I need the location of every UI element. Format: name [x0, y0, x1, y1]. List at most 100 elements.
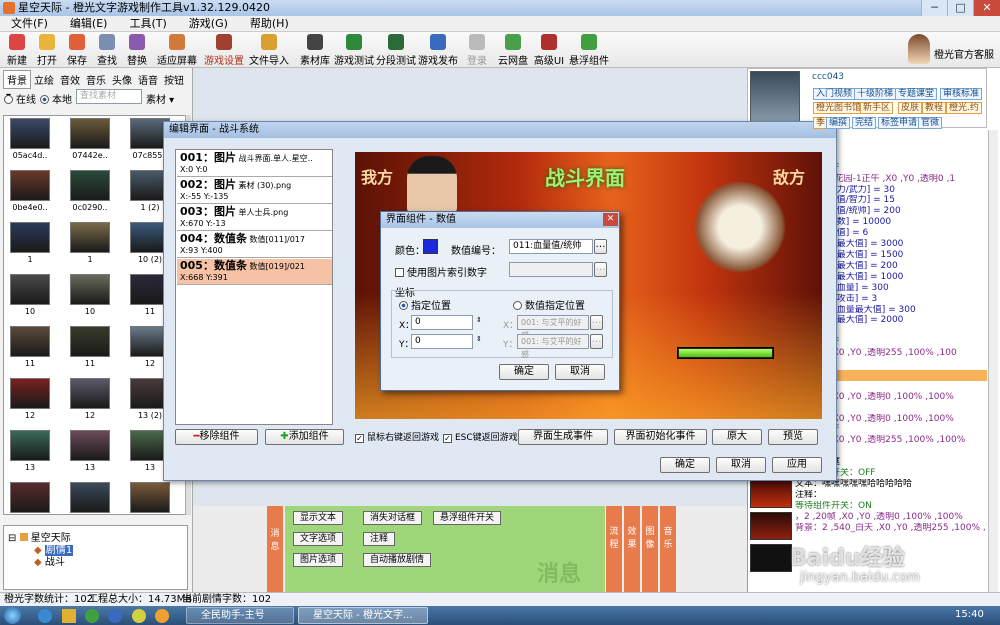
tab-effect[interactable]: 效果 — [624, 506, 640, 592]
asset-search-input[interactable]: 查找素材 — [76, 89, 142, 104]
app-icon-a[interactable] — [85, 609, 99, 623]
component-item[interactable]: 005：数值条 数值[019]/021 X:668 Y:391 — [177, 259, 332, 285]
minimize-button[interactable]: ─ — [921, 0, 947, 16]
thumbnail-item[interactable]: 0be4e0.. — [8, 170, 52, 218]
tab-music[interactable]: 音乐 — [83, 71, 109, 88]
thumbnail-item[interactable]: 05ac4d.. — [8, 118, 52, 166]
start-icon[interactable] — [4, 607, 21, 624]
value-dialog-close-icon[interactable]: ✕ — [603, 213, 618, 226]
auto-play-button[interactable]: 自动播放剧情 — [363, 553, 432, 567]
rclick-return-checkbox[interactable]: ✓ 鼠标右键返回游戏 — [355, 430, 439, 443]
thumbnail-item[interactable]: 07442e.. — [68, 118, 112, 166]
game-test-button[interactable]: 游戏测试 — [333, 34, 375, 67]
portal-button[interactable]: 审核标准 — [940, 88, 983, 100]
close-button[interactable]: ✕ — [973, 0, 1000, 16]
original-size-button[interactable]: 原大 — [712, 429, 762, 445]
x-stepper[interactable]: ⇕ — [476, 316, 482, 324]
thumbnail-item[interactable]: 10 — [8, 274, 52, 322]
folder-icon[interactable] — [62, 609, 76, 623]
preview-button[interactable]: 预览 — [768, 429, 818, 445]
value-position-radio[interactable]: 数值指定位置 — [513, 297, 585, 312]
portal-button[interactable]: 皮肤 — [898, 102, 923, 114]
advanced-ui-button[interactable]: 高级UI — [528, 34, 570, 67]
login-button[interactable]: 登录 — [462, 34, 492, 67]
save-button[interactable]: 保存 — [62, 34, 92, 67]
index-field[interactable]: 011:血量值/统帅 — [509, 239, 593, 254]
portal-button[interactable]: 橙光.约 — [946, 102, 982, 114]
script-line[interactable]: 等待组件开关：ON — [795, 501, 987, 512]
thumbnail-item[interactable]: 1 — [8, 222, 52, 270]
tab-portrait[interactable]: 头像 — [109, 71, 135, 88]
portal-button[interactable]: 入门视频 — [813, 88, 856, 100]
thumbnail-item[interactable]: 12 — [68, 378, 112, 426]
portal-button[interactable]: 完结 — [852, 117, 877, 129]
portal-button[interactable]: 标签申请 — [878, 117, 921, 129]
thumbnail-item[interactable]: 11 — [8, 326, 52, 374]
thumbnail-item[interactable]: 12 — [8, 378, 52, 426]
menu-help[interactable]: 帮助(H) — [239, 16, 300, 32]
tab-music[interactable]: 音乐 — [660, 506, 676, 592]
local-radio[interactable]: 本地 — [40, 91, 72, 106]
thumbnail-item[interactable]: 1 — [68, 222, 112, 270]
menu-tools[interactable]: 工具(T) — [118, 16, 177, 32]
maximize-button[interactable]: □ — [947, 0, 973, 16]
thumbnail-item[interactable]: 0c0290.. — [68, 170, 112, 218]
y-input[interactable]: 0 — [411, 334, 473, 349]
tab-standing[interactable]: 立绘 — [31, 71, 57, 88]
thumbnail-item[interactable]: 14 — [8, 482, 52, 514]
portal-button[interactable]: 专题课堂 — [895, 88, 938, 100]
open-button[interactable]: 打开 — [32, 34, 62, 67]
component-item[interactable]: 001：图片 战斗界面.单人.星空.. X:0 Y:0 — [177, 151, 332, 177]
fit-screen-button[interactable]: 适应屏幕 — [156, 34, 198, 67]
index-picker-button[interactable]: … — [594, 239, 607, 254]
tab-voice[interactable]: 语音 — [135, 71, 161, 88]
value-ok-button[interactable]: 确定 — [499, 364, 549, 380]
text-option-button[interactable]: 文字选项 — [293, 532, 344, 546]
tab-message[interactable]: 消息 — [267, 506, 283, 592]
thumbnail-item[interactable]: 15 (2) — [128, 482, 172, 514]
thumbnail-item[interactable]: 14 — [68, 482, 112, 514]
esc-return-checkbox[interactable]: ✓ ESC键返回游戏 — [443, 430, 518, 443]
taskbar-item-editor[interactable]: 星空天际 - 橙光文字... — [298, 607, 428, 624]
script-line[interactable]: 注释： — [795, 490, 987, 501]
edit-ok-button[interactable]: 确定 — [660, 457, 710, 473]
comment-button[interactable]: 注释 — [363, 532, 396, 546]
material-dropdown[interactable]: 素材 ▾ — [146, 91, 174, 106]
fixed-position-radio[interactable]: 指定位置 — [399, 297, 451, 312]
online-radio[interactable]: 在线 — [4, 91, 36, 106]
segment-test-button[interactable]: 分段测试 — [375, 34, 417, 67]
floating-component-button[interactable]: 悬浮组件 — [568, 34, 610, 67]
image-picker-button[interactable]: … — [594, 262, 607, 277]
app-icon-c[interactable] — [132, 609, 146, 623]
y-stepper[interactable]: ⇕ — [476, 335, 482, 343]
component-item[interactable]: 004：数值条 数值[011]/017 X:93 Y:400 — [177, 232, 332, 258]
app-icon-d[interactable] — [155, 609, 169, 623]
thumbnail-item[interactable]: 13 — [8, 430, 52, 478]
new-button[interactable]: 新建 — [2, 34, 32, 67]
remove-component-button[interactable]: ━移除组件 — [175, 429, 258, 445]
game-settings-button[interactable]: 游戏设置 — [203, 34, 245, 67]
thumbnail-item[interactable]: 10 — [68, 274, 112, 322]
thumbnail-item[interactable]: 11 — [68, 326, 112, 374]
tab-button[interactable]: 按钮 — [161, 71, 187, 88]
file-import-button[interactable]: 文件导入 — [248, 34, 290, 67]
tab-flow[interactable]: 流程 — [606, 506, 622, 592]
color-swatch[interactable] — [423, 239, 438, 254]
ie-icon[interactable] — [38, 609, 52, 623]
generate-event-button[interactable]: 界面生成事件 — [518, 429, 608, 445]
script-line[interactable]: ，2 ,20帧 ,X0 ,Y0 ,透明0 ,100% ,100% — [795, 512, 987, 523]
material-library-button[interactable]: 素材库 — [294, 34, 336, 67]
image-option-button[interactable]: 图片选项 — [293, 553, 344, 567]
init-event-button[interactable]: 界面初始化事件 — [614, 429, 707, 445]
tree-battle[interactable]: ◆ 战斗 — [34, 553, 65, 568]
menu-file[interactable]: 文件(F) — [0, 16, 59, 32]
add-component-button[interactable]: ✚添加组件 — [265, 429, 344, 445]
portal-button[interactable]: 官微 — [918, 117, 943, 129]
find-button[interactable]: 查找 — [92, 34, 122, 67]
taskbar-item-assistant[interactable]: 全民助手-主号 — [186, 607, 294, 624]
component-item[interactable]: 003：图片 单人士兵.png X:670 Y:-13 — [177, 205, 332, 231]
value-cancel-button[interactable]: 取消 — [555, 364, 605, 380]
portal-button[interactable]: 橙光图书馆 — [813, 102, 865, 114]
preview-thumb-2[interactable] — [750, 512, 792, 540]
tab-sfx[interactable]: 音效 — [57, 71, 83, 88]
